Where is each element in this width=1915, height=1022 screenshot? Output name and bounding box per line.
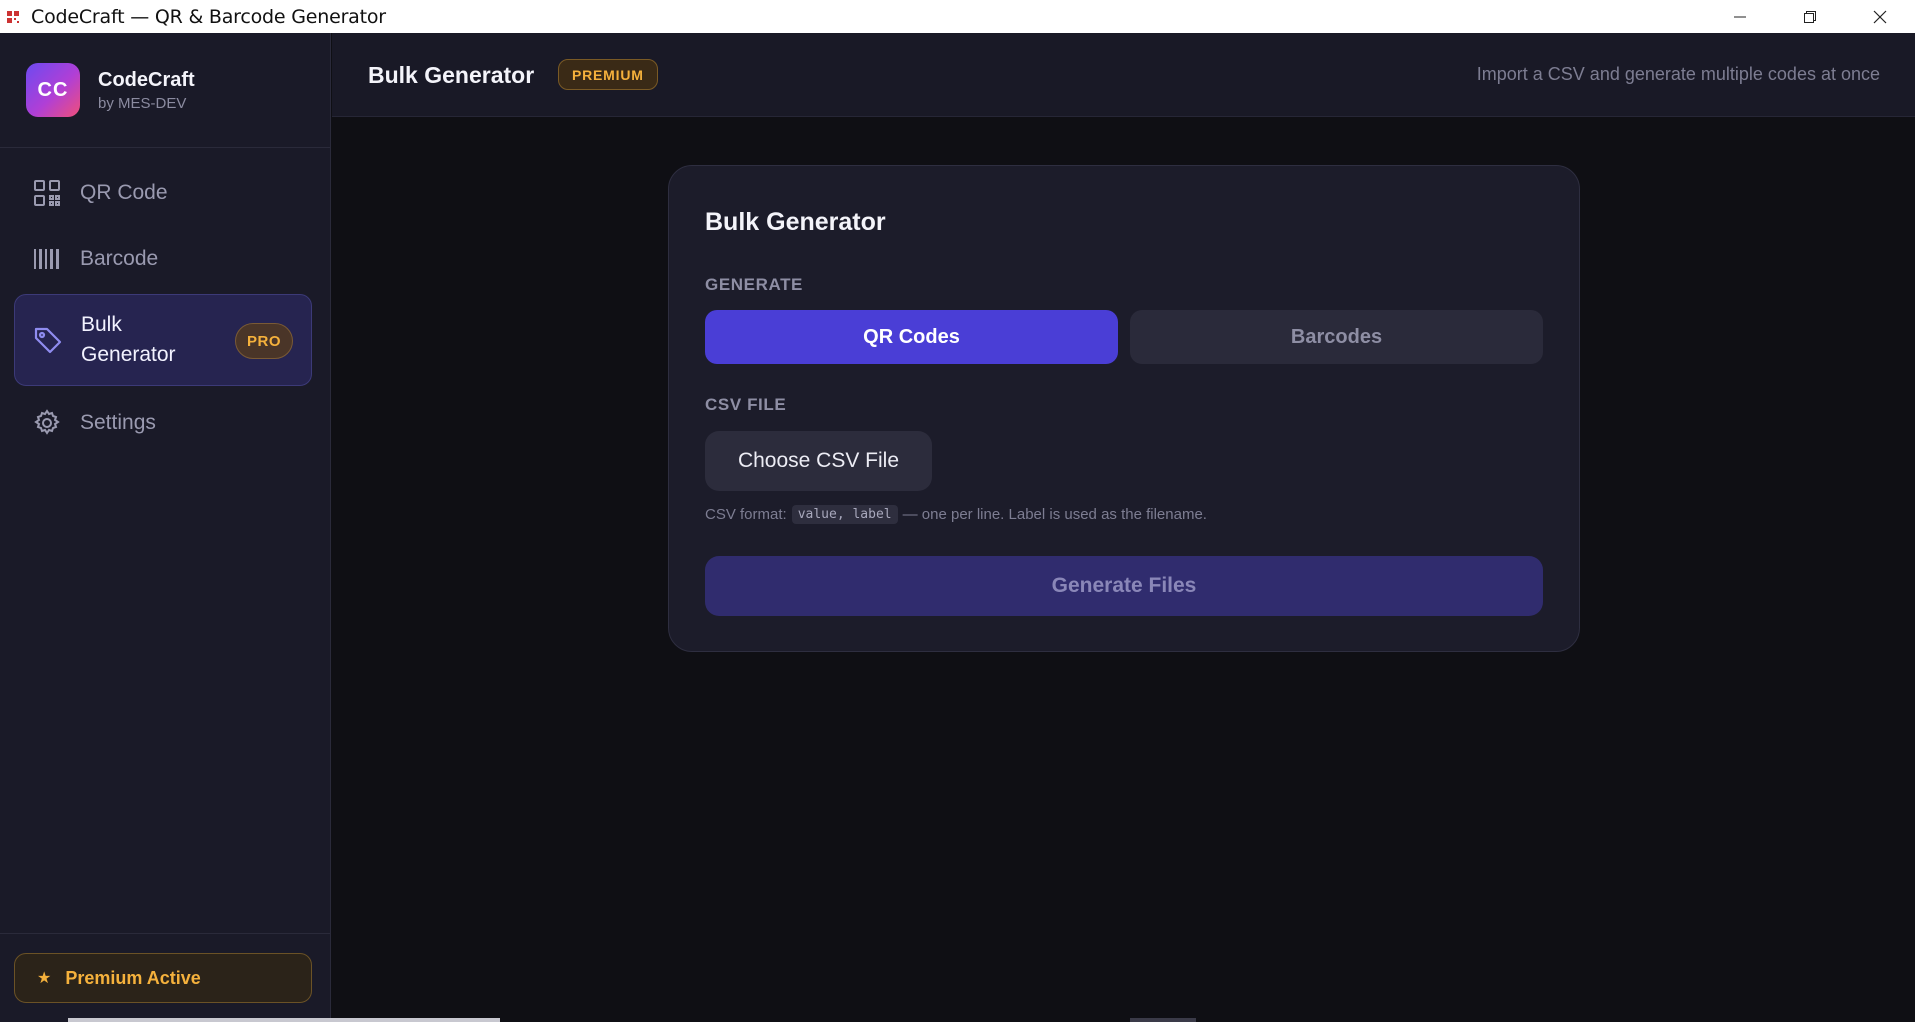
card-title: Bulk Generator	[705, 208, 886, 236]
premium-status[interactable]: ★ Premium Active	[14, 953, 312, 1003]
sidebar: CC CodeCraft by MES-DEV QR Code Barcode …	[0, 33, 331, 1022]
tag-icon	[33, 325, 63, 355]
sidebar-item-barcode[interactable]: Barcode	[14, 229, 312, 289]
pro-badge: PRO	[235, 323, 293, 359]
sidebar-item-label: QR Code	[80, 181, 168, 204]
sidebar-item-bulk-generator[interactable]: Bulk Generator PRO	[14, 294, 312, 386]
app-icon	[5, 9, 21, 25]
generate-label: GENERATE	[705, 275, 803, 294]
brand-author: by MES-DEV	[98, 95, 187, 112]
hint-prefix: CSV format:	[705, 506, 787, 523]
qr-codes-option[interactable]: QR Codes	[705, 310, 1118, 364]
sidebar-item-label: Bulk Generator	[81, 313, 176, 366]
csv-file-label: CSV FILE	[705, 395, 787, 414]
close-icon[interactable]	[1845, 0, 1915, 33]
window-titlebar: CodeCraft — QR & Barcode Generator	[0, 0, 1915, 33]
barcodes-option[interactable]: Barcodes	[1130, 310, 1543, 364]
gear-icon	[32, 408, 62, 438]
premium-status-label: Premium Active	[65, 967, 201, 988]
brand: CC CodeCraft by MES-DEV	[0, 33, 330, 148]
generate-files-button[interactable]: Generate Files	[705, 556, 1543, 616]
barcode-icon	[32, 244, 62, 274]
choose-csv-file-button[interactable]: Choose CSV File	[705, 431, 932, 491]
window-controls	[1705, 0, 1915, 33]
brand-logo: CC	[26, 63, 80, 117]
restore-icon[interactable]	[1775, 0, 1845, 33]
horizontal-scrollbar-thumb[interactable]	[68, 1018, 500, 1022]
page-title: Bulk Generator	[368, 62, 535, 88]
page-subtitle: Import a CSV and generate multiple codes…	[1476, 64, 1880, 84]
bulk-generator-card: Bulk Generator GENERATE QR Codes Barcode…	[668, 165, 1580, 652]
hint-code: value, label	[791, 505, 898, 524]
brand-name: CodeCraft	[98, 69, 195, 91]
star-icon: ★	[37, 970, 52, 987]
window-title: CodeCraft — QR & Barcode Generator	[31, 5, 386, 28]
horizontal-scrollbar-segment[interactable]	[1130, 1018, 1196, 1022]
minimize-icon[interactable]	[1705, 0, 1775, 33]
sidebar-item-qr-code[interactable]: QR Code	[14, 163, 312, 223]
sidebar-item-label: Barcode	[80, 247, 159, 270]
premium-badge: PREMIUM	[558, 59, 658, 90]
csv-format-hint: CSV format: value, label — one per line.…	[705, 505, 1207, 524]
sidebar-item-label: Settings	[80, 411, 156, 434]
premium-footer: ★ Premium Active	[0, 933, 330, 1022]
sidebar-item-settings[interactable]: Settings	[14, 393, 312, 453]
hint-suffix: — one per line. Label is used as the fil…	[902, 506, 1207, 523]
page-header: Bulk Generator PREMIUM Import a CSV and …	[332, 33, 1915, 117]
qr-icon	[32, 178, 62, 208]
